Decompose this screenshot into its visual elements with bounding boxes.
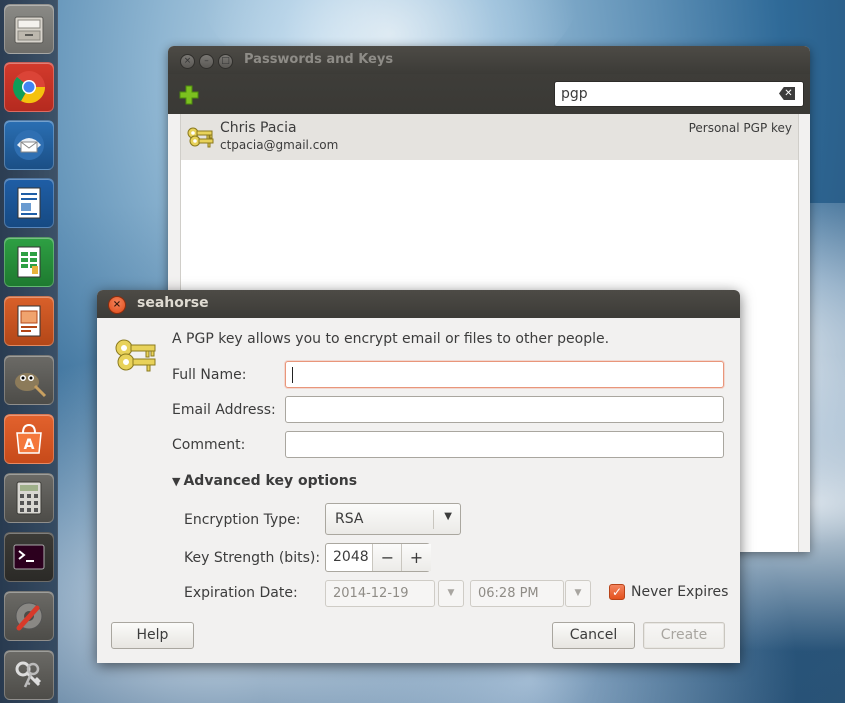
close-window-button[interactable]: × (180, 54, 195, 69)
maximize-window-button[interactable]: □ (218, 54, 233, 69)
main-titlebar: × – □ Passwords and Keys (168, 46, 810, 74)
advanced-key-options-label: Advanced key options (183, 473, 358, 489)
full-name-field[interactable] (285, 361, 724, 388)
search-input-value: pgp (561, 86, 588, 102)
key-type: Personal PGP key (688, 121, 792, 135)
expiration-date-value: 2014-12-19 (333, 586, 409, 601)
writer-icon[interactable] (4, 178, 54, 228)
thunderbird-icon[interactable] (4, 120, 54, 170)
expiration-time-value: 06:28 PM (478, 586, 539, 601)
files-icon[interactable] (4, 4, 54, 54)
terminal-icon[interactable] (4, 532, 54, 582)
software-center-icon[interactable]: A (4, 414, 54, 464)
email-address-field[interactable] (285, 396, 724, 423)
new-pgp-key-dialog: × seahorse A PGP key allows you to encry… (97, 290, 740, 663)
key-strength-label: Key Strength (bits): (184, 550, 321, 566)
time-dropdown-button: ▼ (565, 580, 591, 607)
dialog-titlebar: × seahorse (97, 290, 740, 318)
dialog-intro-text: A PGP key allows you to encrypt email or… (172, 331, 610, 347)
encryption-type-value: RSA (335, 511, 364, 527)
search-input[interactable]: pgp ✕ (554, 81, 804, 107)
combo-separator (433, 510, 434, 529)
chevron-down-icon: ▼ (447, 588, 455, 598)
dialog-close-button[interactable]: × (108, 296, 126, 314)
expiration-date-field: 2014-12-19 (325, 580, 435, 607)
expiration-time-field: 06:28 PM (470, 580, 564, 607)
gimp-icon[interactable] (4, 355, 54, 405)
encryption-type-label: Encryption Type: (184, 512, 301, 528)
date-dropdown-button: ▼ (438, 580, 464, 607)
email-address-label: Email Address: (172, 402, 276, 418)
chevron-down-icon: ▼ (444, 511, 452, 522)
svg-text:A: A (24, 437, 35, 453)
comment-label: Comment: (172, 437, 246, 453)
plus-icon (179, 85, 199, 105)
checkmark-icon: ✓ (611, 585, 623, 599)
key-strength-value: 2048 (333, 549, 369, 565)
never-expires-label[interactable]: Never Expires (631, 584, 728, 600)
triangle-down-icon: ▼ (172, 475, 181, 488)
decrement-button[interactable]: − (372, 544, 402, 571)
calculator-icon[interactable] (4, 473, 54, 523)
unity-launcher: A (0, 0, 58, 703)
advanced-key-options-expander[interactable]: ▼ Advanced key options (172, 473, 357, 489)
create-button[interactable]: Create (643, 622, 725, 649)
encryption-type-select[interactable]: RSA ▼ (325, 503, 461, 535)
key-owner-email: ctpacia@gmail.com (220, 138, 339, 152)
key-strength-stepper[interactable]: 2048 − + (325, 543, 431, 572)
cancel-button[interactable]: Cancel (552, 622, 635, 649)
comment-field[interactable] (285, 431, 724, 458)
main-toolbar: pgp ✕ (168, 74, 810, 114)
impress-icon[interactable] (4, 296, 54, 346)
chrome-icon[interactable] (4, 62, 54, 112)
dialog-title: seahorse (137, 295, 209, 311)
minimize-window-button[interactable]: – (199, 54, 214, 69)
increment-button[interactable]: + (401, 544, 431, 571)
full-name-label: Full Name: (172, 367, 247, 383)
pgp-keys-icon (115, 339, 156, 372)
calc-icon[interactable] (4, 237, 54, 287)
add-key-button[interactable] (178, 84, 200, 106)
key-list-item[interactable]: Chris Pacia ctpacia@gmail.com Personal P… (181, 114, 798, 160)
text-caret (292, 367, 293, 383)
system-settings-icon[interactable] (4, 591, 54, 641)
window-title: Passwords and Keys (244, 52, 394, 67)
chevron-down-icon: ▼ (574, 588, 582, 598)
help-button[interactable]: Help (111, 622, 194, 649)
passwords-keys-icon[interactable] (4, 650, 54, 700)
never-expires-checkbox[interactable]: ✓ (609, 584, 625, 600)
keys-icon (187, 127, 214, 148)
key-owner-name: Chris Pacia (220, 120, 297, 136)
clear-search-icon[interactable]: ✕ (779, 87, 795, 100)
expiration-date-label: Expiration Date: (184, 585, 298, 601)
